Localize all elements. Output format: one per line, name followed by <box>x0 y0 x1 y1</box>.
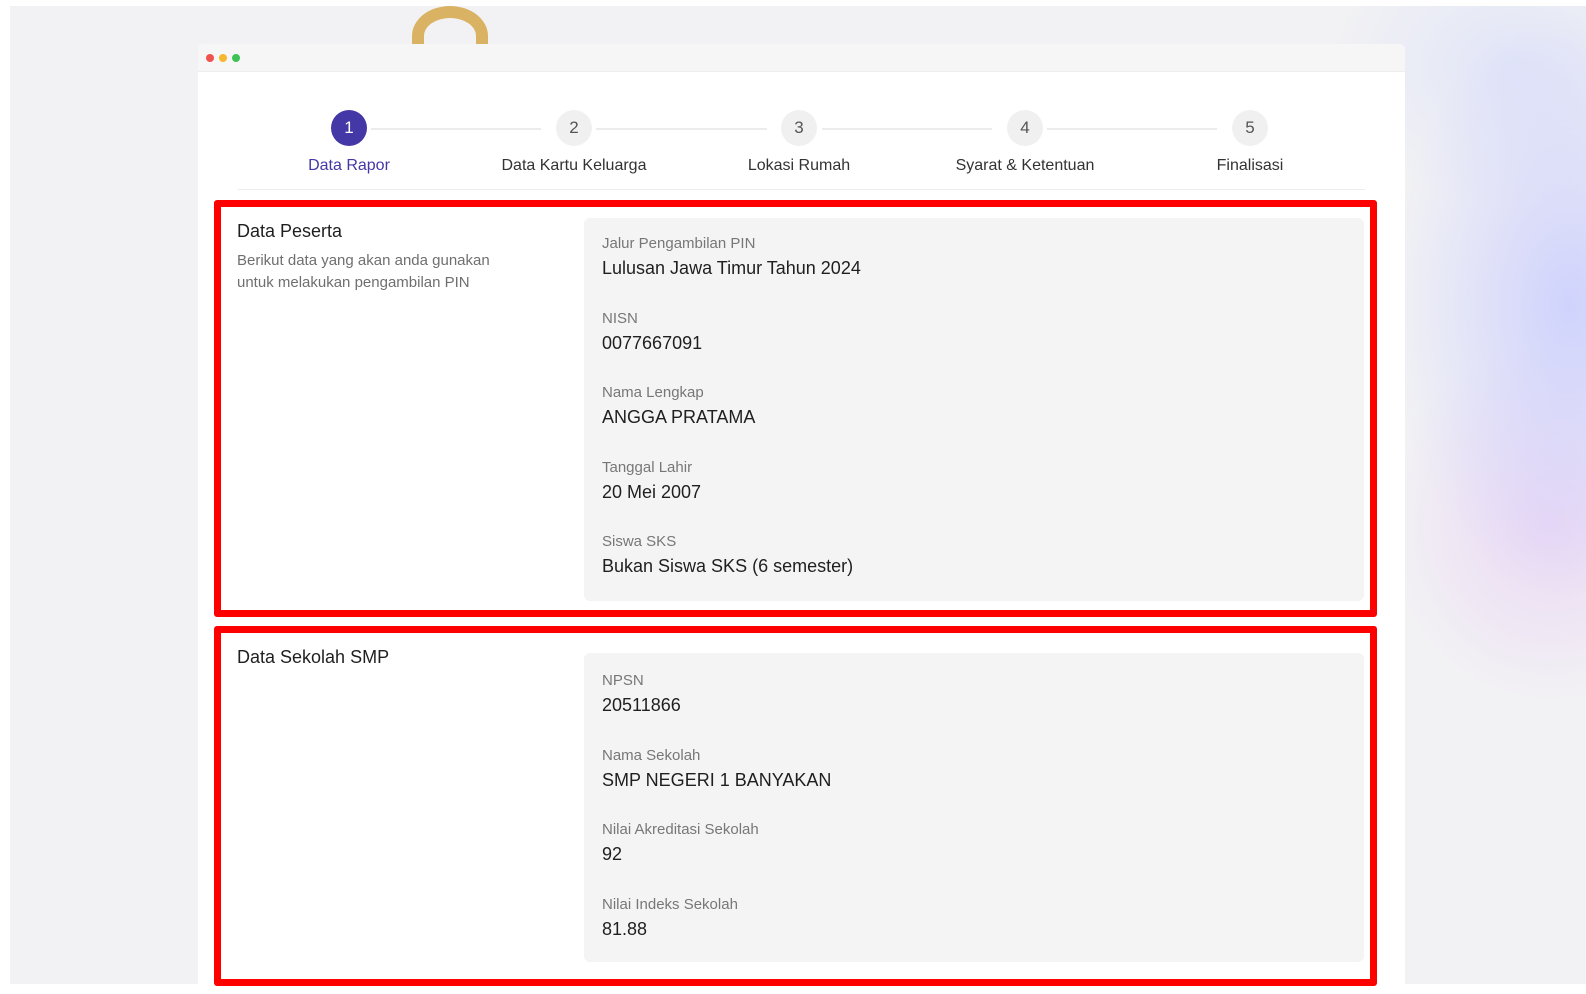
field-label: Tanggal Lahir <box>602 458 693 476</box>
step-label: Syarat & Ketentuan <box>955 157 1095 174</box>
step-label: Lokasi Rumah <box>747 157 851 174</box>
step-number-badge: 4 <box>1007 110 1043 146</box>
field-nama-lengkap: Nama Lengkap ANGGA PRATAMA <box>602 383 1346 458</box>
field-label: Nilai Indeks Sekolah <box>602 895 738 913</box>
step-label: Finalisasi <box>1216 157 1284 174</box>
step-number-badge: 3 <box>781 110 817 146</box>
field-value: Bukan Siswa SKS (6 semester) <box>602 556 854 576</box>
field-value: 81.88 <box>602 918 648 939</box>
step-label: Data Kartu Keluarga <box>501 157 647 174</box>
step-data-kartu-keluarga[interactable]: 2 Data Kartu Keluarga <box>474 110 674 175</box>
field-label: Nama Lengkap <box>602 384 704 401</box>
window-close-dot[interactable] <box>206 54 214 62</box>
step-syarat-ketentuan[interactable]: 4 Syarat & Ketentuan <box>925 110 1125 175</box>
field-label: Nilai Akreditasi Sekolah <box>602 821 759 838</box>
step-lokasi-rumah[interactable]: 3 Lokasi Rumah <box>699 110 899 175</box>
section-description: Berikut data yang akan anda gunakan untu… <box>237 252 490 291</box>
step-data-rapor[interactable]: 1 Data Rapor <box>249 110 449 175</box>
field-nisn: NISN 0077667091 <box>602 309 1346 384</box>
section-data-peserta: Data Peserta Berikut data yang akan anda… <box>214 200 1377 617</box>
field-label: NISN <box>602 309 638 327</box>
field-nilai-akreditasi-sekolah: Nilai Akreditasi Sekolah 92 <box>602 820 1346 895</box>
field-value: 20511866 <box>602 695 681 715</box>
step-number-badge: 1 <box>331 110 367 146</box>
step-finalisasi[interactable]: 5 Finalisasi <box>1150 110 1350 175</box>
section-header: Data Sekolah SMP <box>237 647 537 668</box>
field-npsn: NPSN 20511866 <box>602 671 1346 746</box>
section-header: Data Peserta Berikut data yang akan anda… <box>237 221 537 294</box>
field-nilai-indeks-sekolah: Nilai Indeks Sekolah 81.88 <box>602 895 1346 970</box>
field-siswa-sks: Siswa SKS Bukan Siswa SKS (6 semester) <box>602 532 1346 607</box>
field-value: ANGGA PRATAMA <box>602 407 756 427</box>
field-value: 20 Mei 2007 <box>602 481 702 502</box>
step-number-badge: 5 <box>1232 110 1268 146</box>
section-title: Data Peserta <box>237 221 343 241</box>
field-tanggal-lahir: Tanggal Lahir 20 Mei 2007 <box>602 458 1346 533</box>
sekolah-info-panel: NPSN 20511866 Nama Sekolah SMP NEGERI 1 … <box>584 653 1364 962</box>
section-data-sekolah-smp: Data Sekolah SMP NPSN 20511866 Nama Seko… <box>214 626 1377 986</box>
window-minimize-dot[interactable] <box>219 54 227 62</box>
registration-stepper: 1 Data Rapor 2 Data Kartu Keluarga 3 Lok… <box>238 110 1365 190</box>
field-value: Lulusan Jawa Timur Tahun 2024 <box>602 258 861 278</box>
peserta-info-panel: Jalur Pengambilan PIN Lulusan Jawa Timur… <box>584 218 1364 601</box>
browser-window: 1 Data Rapor 2 Data Kartu Keluarga 3 Lok… <box>198 44 1405 994</box>
section-title: Data Sekolah SMP <box>237 647 390 667</box>
field-nama-sekolah: Nama Sekolah SMP NEGERI 1 BANYAKAN <box>602 746 1346 821</box>
field-value: 0077667091 <box>602 332 703 353</box>
field-value: 92 <box>602 844 623 864</box>
field-value: SMP NEGERI 1 BANYAKAN <box>602 769 832 790</box>
field-label: Siswa SKS <box>602 533 677 550</box>
field-label: Jalur Pengambilan PIN <box>602 235 756 252</box>
step-label: Data Rapor <box>308 157 390 174</box>
step-number-badge: 2 <box>556 110 592 146</box>
field-label: Nama Sekolah <box>602 746 701 764</box>
window-maximize-dot[interactable] <box>232 54 240 62</box>
window-titlebar <box>198 44 1405 72</box>
field-jalur-pengambilan-pin: Jalur Pengambilan PIN Lulusan Jawa Timur… <box>602 234 1346 309</box>
field-label: NPSN <box>602 672 644 689</box>
